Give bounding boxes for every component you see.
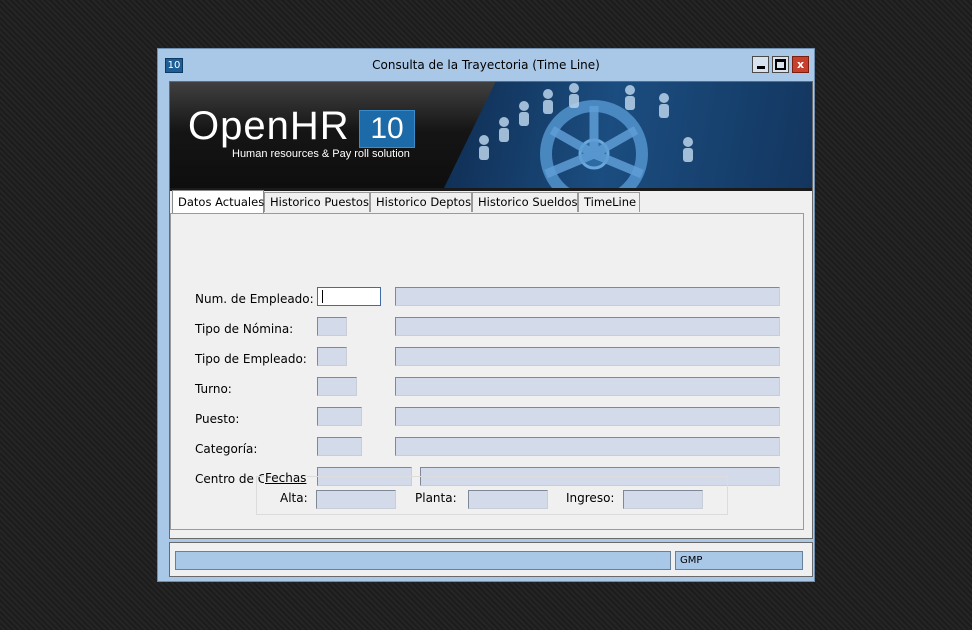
planta-label: Planta: <box>415 491 457 505</box>
maximize-button[interactable] <box>772 56 789 73</box>
window-title: Consulta de la Trayectoria (Time Line) <box>372 58 600 72</box>
ingreso-label: Ingreso: <box>566 491 615 505</box>
status-bar: GMP <box>169 542 813 577</box>
logo-badge: 10 <box>359 110 415 148</box>
logo-subtitle: Human resources & Pay roll solution <box>232 148 410 160</box>
fechas-title: Fechas <box>264 471 308 485</box>
tab-datos-actuales[interactable]: Datos Actuales <box>172 190 264 213</box>
planta-date-field[interactable] <box>468 490 548 509</box>
minimize-icon <box>756 66 765 69</box>
status-message-panel <box>175 551 671 570</box>
close-icon: x <box>796 58 805 71</box>
maximize-icon <box>775 59 786 70</box>
close-button[interactable]: x <box>792 56 809 73</box>
status-company-panel: GMP <box>675 551 803 570</box>
title-bar[interactable]: 10 Consulta de la Trayectoria (Time Line… <box>158 49 814 79</box>
ingreso-date-field[interactable] <box>623 490 703 509</box>
minimize-button[interactable] <box>752 56 769 73</box>
alta-date-field[interactable] <box>316 490 396 509</box>
logo-text: OpenHR <box>188 104 350 148</box>
alta-label: Alta: <box>280 491 308 505</box>
